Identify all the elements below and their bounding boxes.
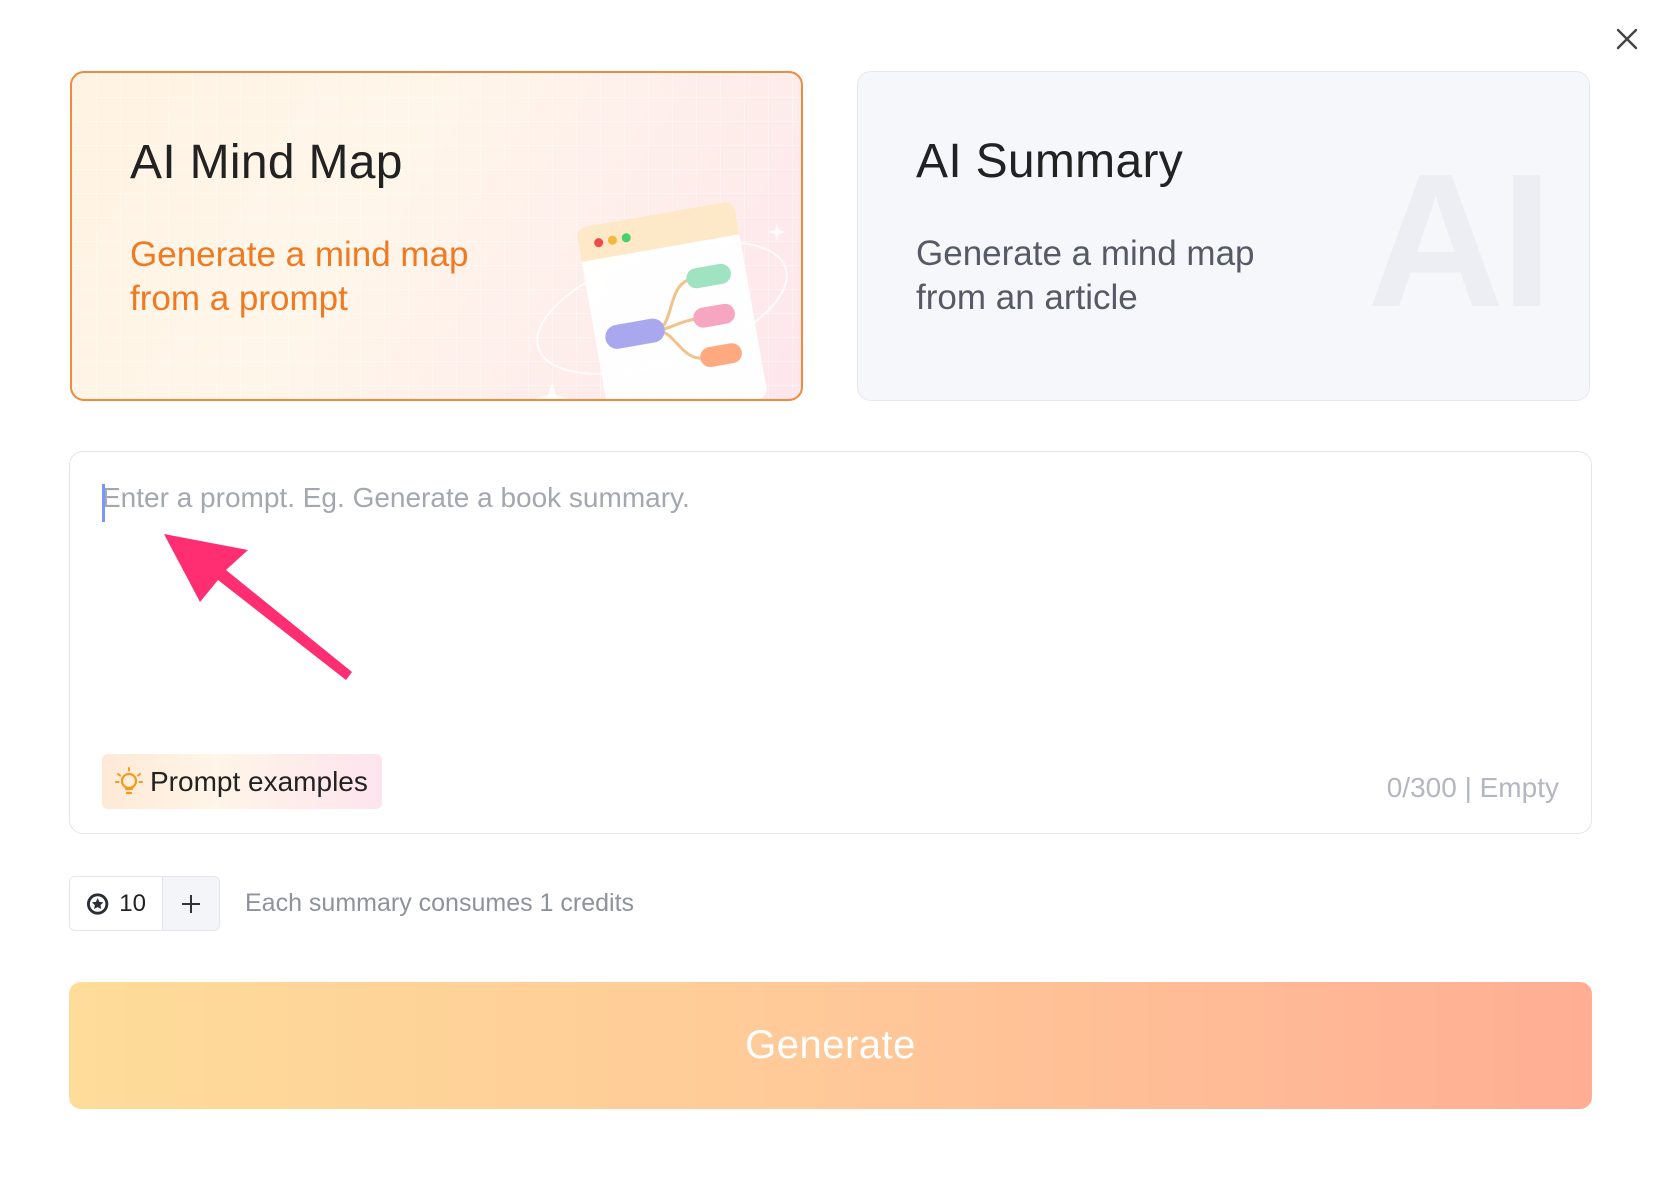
prompt-input[interactable] — [102, 478, 1542, 708]
add-credits-button[interactable] — [162, 877, 219, 930]
credit-count-display: 10 — [70, 877, 162, 930]
mindmap-card-title: AI Mind Map — [130, 136, 403, 189]
plus-icon — [182, 894, 200, 913]
credits-row: 10 Each summary consumes 1 credits — [69, 876, 634, 931]
summary-card-title: AI Summary — [916, 135, 1184, 188]
mindmap-card-desc-line1: Generate a mind map — [130, 235, 469, 274]
credit-consumption-note: Each summary consumes 1 credits — [245, 889, 635, 917]
mind-map-illustration — [536, 202, 788, 399]
prompt-examples-label: Prompt examples — [150, 765, 368, 797]
credit-balance: 10 — [69, 876, 220, 931]
mindmap-card-description: Generate a mind map from a prompt — [130, 233, 550, 321]
credit-coin-icon — [86, 892, 109, 915]
mode-card-ai-summary[interactable]: AI AI Summary Generate a mind map from a… — [857, 71, 1590, 401]
prompt-box: Prompt examples 0/300 | Empty — [69, 451, 1592, 834]
ai-watermark: AI — [1367, 135, 1553, 347]
credit-count: 10 — [119, 889, 146, 917]
close-button[interactable] — [1612, 24, 1642, 54]
close-icon — [1616, 28, 1638, 50]
summary-card-description: Generate a mind map from an article — [916, 232, 1336, 320]
mode-card-ai-mind-map[interactable]: AI Mind Map Generate a mind map from a p… — [70, 71, 803, 401]
character-counter: 0/300 | Empty — [1386, 772, 1559, 803]
lightbulb-icon — [115, 766, 143, 794]
text-caret — [102, 484, 105, 522]
generate-button[interactable]: Generate — [69, 982, 1592, 1109]
summary-card-desc-line2: from an article — [916, 278, 1138, 317]
summary-card-desc-line1: Generate a mind map — [916, 234, 1255, 273]
mindmap-card-desc-line2: from a prompt — [130, 279, 348, 318]
prompt-examples-button[interactable]: Prompt examples — [102, 754, 382, 809]
